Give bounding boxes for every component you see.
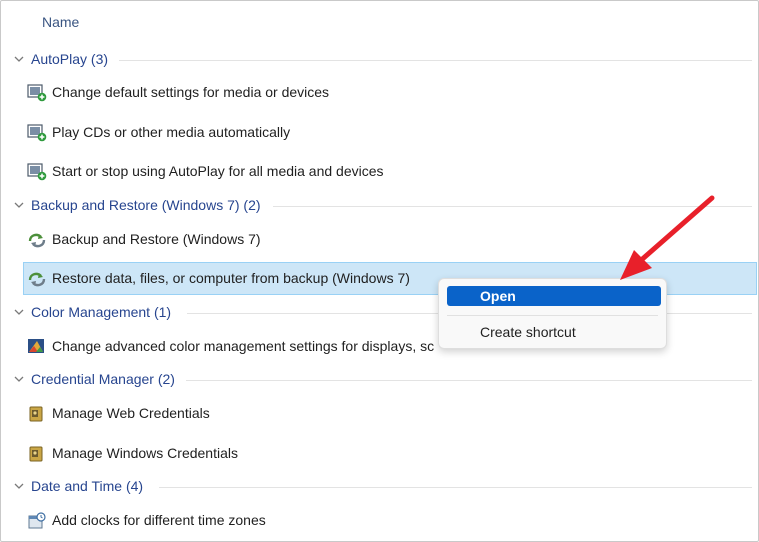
autoplay-icon <box>27 124 47 142</box>
backup-restore-icon <box>28 272 46 287</box>
item-label: Add clocks for different time zones <box>52 512 266 528</box>
list-item[interactable]: Add clocks for different time zones <box>23 504 757 537</box>
group-title: Color Management (1) <box>31 304 178 320</box>
backup-restore-icon <box>28 233 46 248</box>
date-time-icon <box>28 512 46 529</box>
item-label: Start or stop using AutoPlay for all med… <box>52 163 384 179</box>
item-label: Manage Web Credentials <box>52 405 210 421</box>
color-management-icon <box>28 339 44 353</box>
group-backup-and-restore[interactable]: Backup and Restore (Windows 7) (2) <box>1 194 758 218</box>
autoplay-icon <box>27 163 47 181</box>
group-autoplay[interactable]: AutoPlay (3) <box>1 48 758 72</box>
group-title: Date and Time (4) <box>31 478 150 494</box>
chevron-down-icon <box>14 309 24 315</box>
item-label: Play CDs or other media automatically <box>52 124 291 140</box>
list-item[interactable]: Play CDs or other media automatically <box>23 116 757 149</box>
group-title: Credential Manager (2) <box>31 371 181 387</box>
item-label: Change advanced color management setting… <box>52 338 435 354</box>
group-divider <box>186 380 752 381</box>
list-item[interactable]: Backup and Restore (Windows 7) <box>23 223 757 256</box>
column-header: Name <box>1 1 758 41</box>
chevron-down-icon <box>14 483 24 489</box>
control-panel-search-results: Name AutoPlay (3) Change default setting… <box>0 0 759 542</box>
chevron-down-icon <box>14 56 24 62</box>
chevron-down-icon <box>14 202 24 208</box>
list-item[interactable]: Manage Windows Credentials <box>23 437 757 470</box>
item-label: Backup and Restore (Windows 7) <box>52 231 261 247</box>
group-credential-manager[interactable]: Credential Manager (2) <box>1 368 758 392</box>
context-menu-open[interactable]: Open <box>447 286 661 306</box>
group-divider <box>159 487 752 488</box>
item-label: Manage Windows Credentials <box>52 445 238 461</box>
item-label: Change default settings for media or dev… <box>52 84 330 100</box>
autoplay-icon <box>27 84 47 102</box>
name-column-header[interactable]: Name <box>42 14 79 30</box>
item-label: Restore data, files, or computer from ba… <box>52 270 410 286</box>
list-item[interactable]: Manage Web Credentials <box>23 397 757 430</box>
list-item[interactable]: Change default settings for media or dev… <box>23 76 757 109</box>
list-item[interactable]: Start or stop using AutoPlay for all med… <box>23 155 757 188</box>
group-date-and-time[interactable]: Date and Time (4) <box>1 475 758 499</box>
chevron-down-icon <box>14 376 24 382</box>
context-menu-separator <box>447 315 658 316</box>
group-title: AutoPlay (3) <box>31 51 115 67</box>
group-divider <box>119 60 752 61</box>
context-menu: Open Create shortcut <box>438 278 667 349</box>
header-divider <box>1 41 758 42</box>
group-divider <box>273 206 752 207</box>
credential-manager-icon <box>29 446 43 462</box>
credential-manager-icon <box>29 406 43 422</box>
context-menu-create-shortcut[interactable]: Create shortcut <box>480 324 576 340</box>
group-title: Backup and Restore (Windows 7) (2) <box>31 197 267 213</box>
